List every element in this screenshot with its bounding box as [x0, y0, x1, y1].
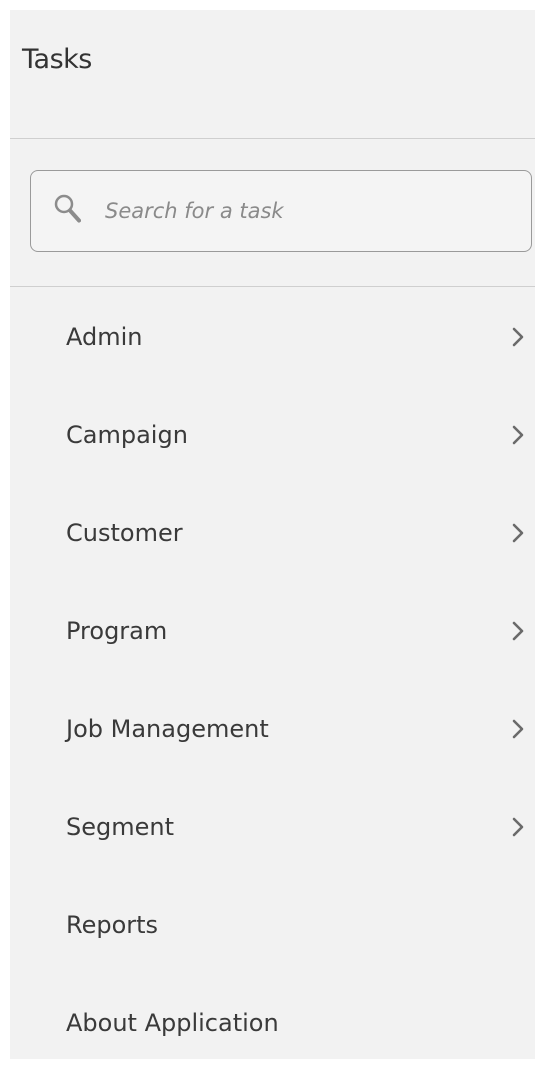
chevron-right-icon [512, 523, 524, 543]
menu-item-label: Campaign [66, 421, 188, 449]
menu-item-label: Admin [66, 323, 143, 351]
search-icon [54, 194, 81, 223]
tasks-panel: Tasks Admin Campaign Customer Program Job Ma… [10, 10, 535, 1059]
menu-item-label: About Application [66, 1009, 279, 1037]
menu-item-customer[interactable]: Customer [10, 484, 535, 582]
page-title: Tasks [22, 44, 92, 75]
search-divider [10, 286, 535, 287]
chevron-right-icon [512, 621, 524, 641]
menu-item-label: Segment [66, 813, 174, 841]
search-box[interactable] [30, 170, 532, 252]
chevron-right-icon [512, 327, 524, 347]
menu-item-program[interactable]: Program [10, 582, 535, 680]
menu-item-label: Customer [66, 519, 183, 547]
chevron-right-icon [512, 719, 524, 739]
menu-item-label: Job Management [66, 715, 269, 743]
menu-item-label: Program [66, 617, 168, 645]
menu-item-job-management[interactable]: Job Management [10, 680, 535, 778]
menu-item-admin[interactable]: Admin [10, 288, 535, 386]
menu-item-about-application[interactable]: About Application [10, 974, 535, 1072]
menu-item-reports[interactable]: Reports [10, 876, 535, 974]
header-divider [10, 138, 535, 139]
chevron-right-icon [512, 817, 524, 837]
menu-item-segment[interactable]: Segment [10, 778, 535, 876]
menu-item-label: Reports [66, 911, 159, 939]
menu-item-campaign[interactable]: Campaign [10, 386, 535, 484]
search-input[interactable] [105, 189, 505, 233]
chevron-right-icon [512, 425, 524, 445]
panel-header: Tasks [10, 10, 535, 138]
